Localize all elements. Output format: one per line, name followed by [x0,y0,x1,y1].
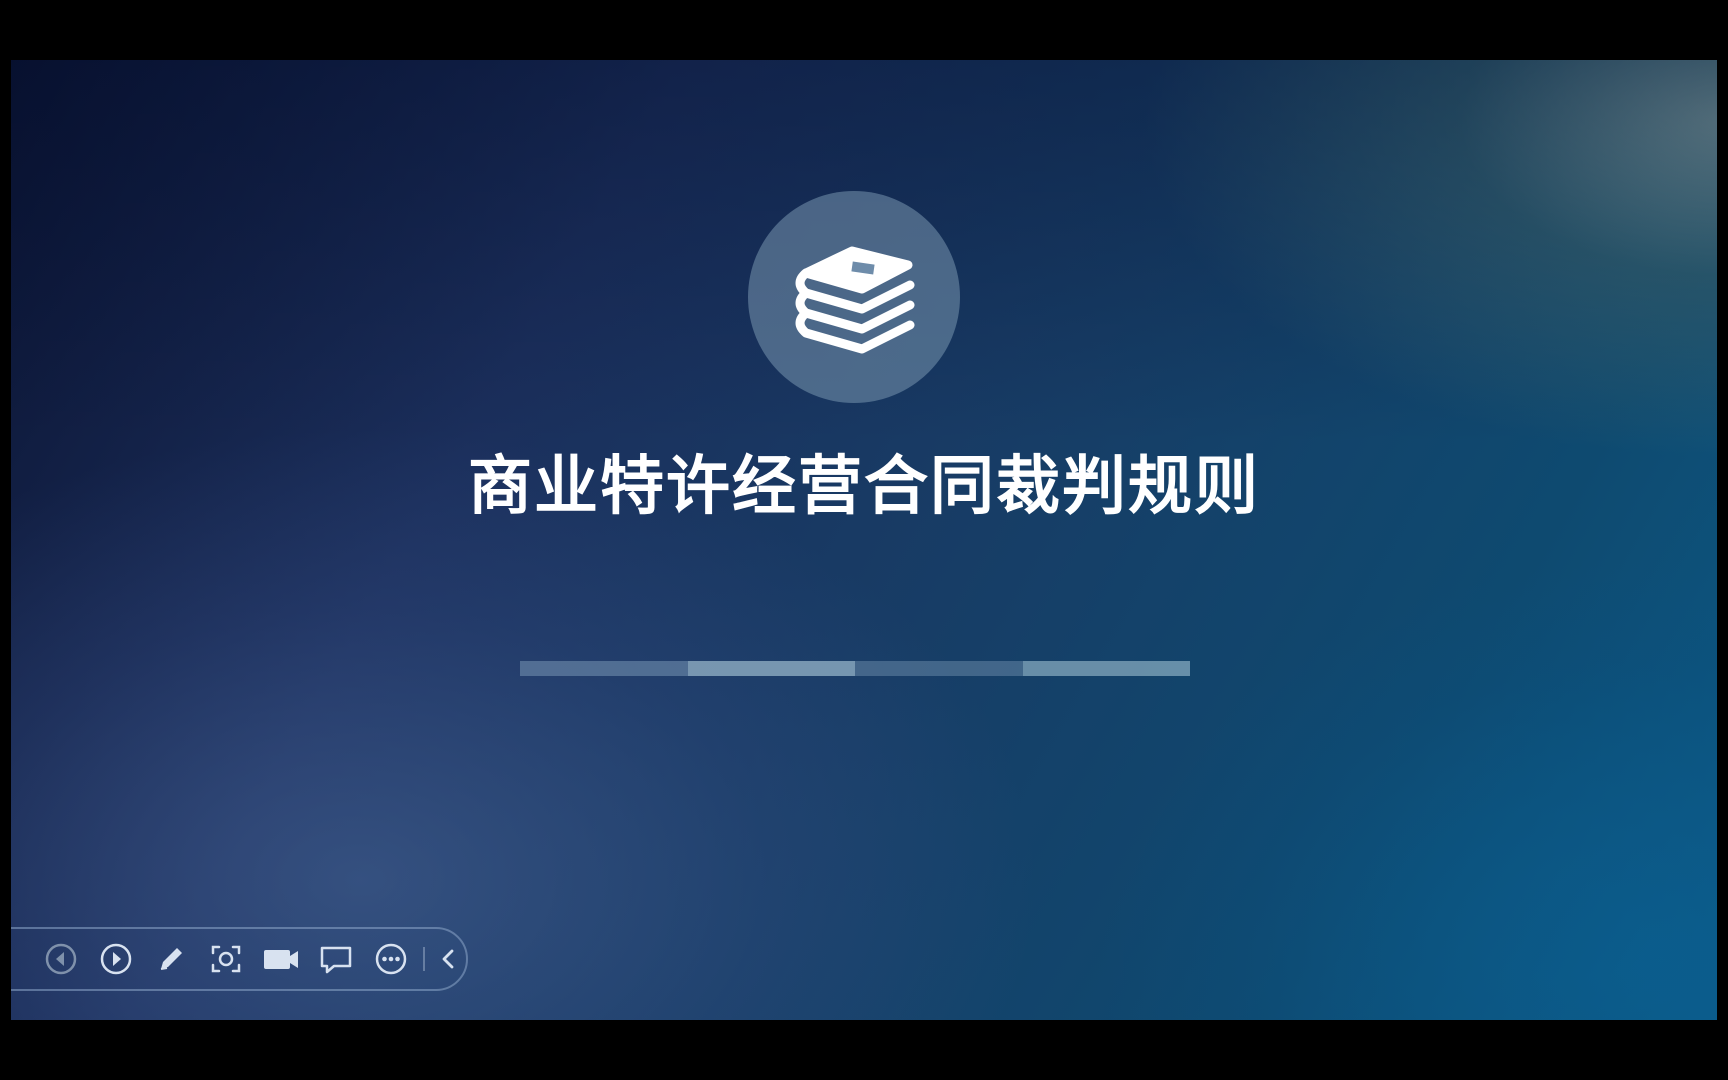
record-video-button[interactable] [253,931,308,987]
more-options-button[interactable] [364,931,419,987]
divider-segment [520,661,688,676]
comment-icon [320,946,352,974]
next-slide-button[interactable] [88,931,143,987]
divider-segment [687,661,855,676]
video-camera-icon [263,950,298,969]
screenshot-button[interactable] [198,931,253,987]
presentation-screen: 商业特许经营合同裁判规则 [0,0,1728,1080]
collapse-toolbar-button[interactable] [431,931,466,987]
more-icon [375,943,407,975]
divider-segment [1022,661,1190,676]
next-arrow-icon [100,943,131,975]
previous-slide-button[interactable] [33,931,88,987]
focus-frame-icon [211,945,241,973]
pen-icon [160,948,182,970]
toolbar-divider [422,947,425,971]
divider-segment [855,661,1023,676]
title-icon-badge [748,191,960,403]
chevron-left-icon [442,949,454,969]
decorative-divider-bar [520,661,1190,676]
prev-arrow-icon [45,943,76,975]
slide-title: 商业特许经营合同裁判规则 [468,449,1260,524]
pen-tool-button[interactable] [143,931,198,987]
comment-button[interactable] [308,931,363,987]
books-stack-icon [795,246,915,354]
slide-canvas: 商业特许经营合同裁判规则 [11,60,1717,1020]
presentation-toolbar [11,927,468,991]
